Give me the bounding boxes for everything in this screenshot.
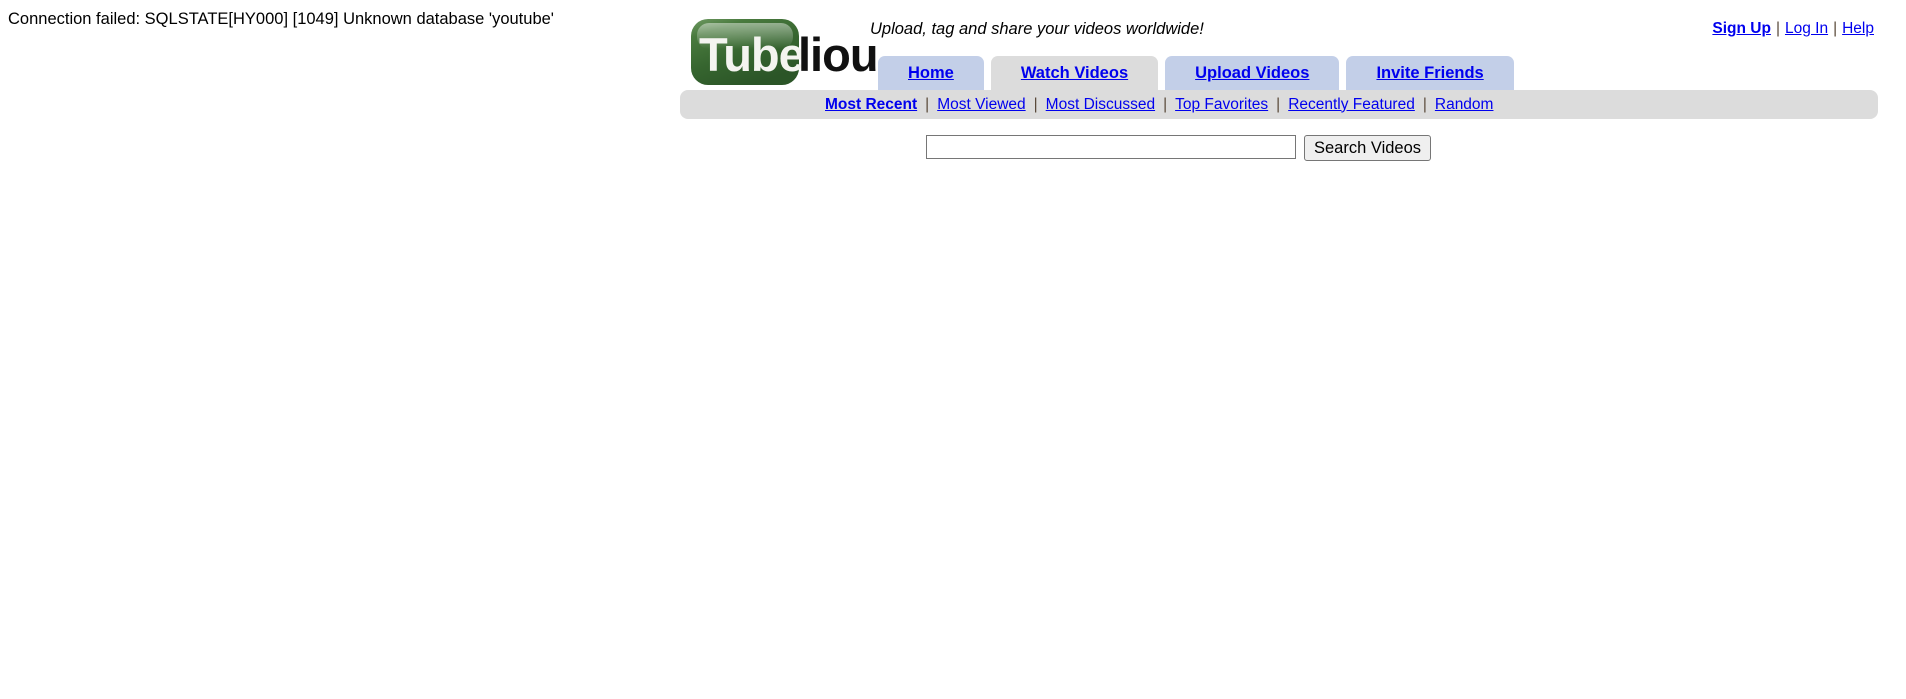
log-in-link[interactable]: Log In — [1785, 20, 1828, 37]
tab-invite-friends[interactable]: Invite Friends — [1346, 56, 1514, 90]
site-tagline: Upload, tag and share your videos worldw… — [870, 20, 1204, 38]
subnav-separator-5: | — [1422, 95, 1427, 113]
subnav-separator-2: | — [1033, 95, 1038, 113]
subnav-separator-1: | — [925, 95, 930, 113]
subnav-separator-3: | — [1163, 95, 1168, 113]
site-logo[interactable]: Tube lious — [690, 18, 878, 86]
subnav-item-most-recent[interactable]: Most Recent — [825, 96, 917, 114]
tab-watch-videos[interactable]: Watch Videos — [990, 56, 1159, 90]
main-navigation-tabs: Home Watch Videos Upload Videos Invite F… — [878, 56, 1514, 90]
account-links: Sign Up | Log In | Help — [1712, 19, 1874, 39]
tab-home-label: Home — [908, 63, 954, 82]
video-search-form: Search Videos — [680, 135, 1878, 161]
tab-invite-friends-label: Invite Friends — [1376, 63, 1484, 82]
search-input[interactable] — [926, 135, 1296, 159]
tab-watch-videos-label: Watch Videos — [1020, 63, 1129, 82]
svg-text:Tube: Tube — [699, 28, 804, 81]
sub-navigation-bar: Most Recent | Most Viewed | Most Discuss… — [680, 90, 1878, 119]
tab-upload-videos[interactable]: Upload Videos — [1165, 56, 1340, 90]
account-separator-1: | — [1775, 20, 1780, 37]
subnav-item-top-favorites[interactable]: Top Favorites — [1175, 96, 1268, 114]
account-separator-2: | — [1833, 20, 1838, 37]
tab-upload-videos-label: Upload Videos — [1195, 63, 1310, 82]
site-header: Tube lious Upload, tag and share your vi… — [680, 0, 1878, 200]
subnav-separator-4: | — [1276, 95, 1281, 113]
subnav-item-random[interactable]: Random — [1435, 96, 1494, 114]
subnav-item-most-viewed[interactable]: Most Viewed — [937, 96, 1025, 114]
tab-home[interactable]: Home — [878, 56, 984, 90]
search-videos-button[interactable]: Search Videos — [1304, 135, 1432, 161]
subnav-item-recently-featured[interactable]: Recently Featured — [1288, 96, 1415, 114]
sign-up-link[interactable]: Sign Up — [1712, 20, 1771, 37]
subnav-item-most-discussed[interactable]: Most Discussed — [1046, 96, 1155, 114]
database-error-message: Connection failed: SQLSTATE[HY000] [1049… — [8, 10, 554, 28]
help-link[interactable]: Help — [1842, 20, 1874, 37]
svg-text:lious: lious — [798, 28, 878, 81]
